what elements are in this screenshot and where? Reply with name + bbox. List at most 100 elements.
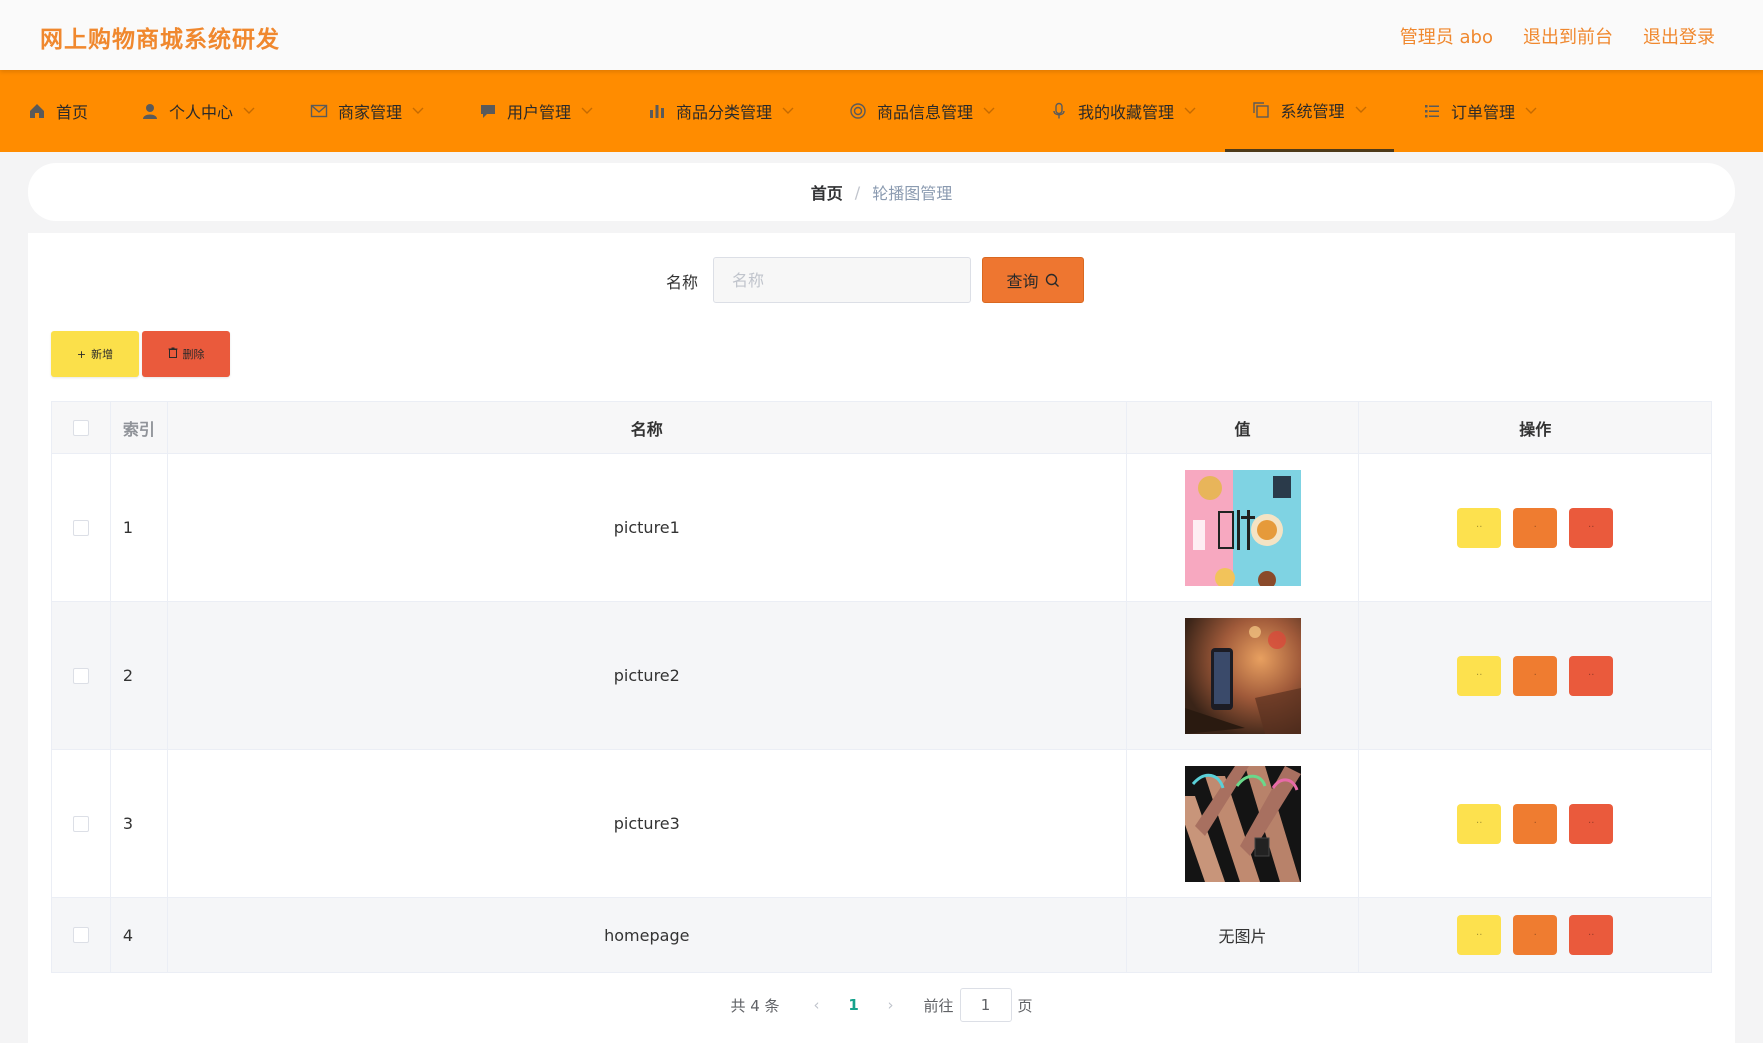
nav-item-favorites[interactable]: 我的收藏管理: [1050, 70, 1196, 152]
row-index: 1: [111, 454, 168, 601]
nav-item-orders[interactable]: 订单管理: [1423, 70, 1537, 152]
goto-label: 前往: [923, 996, 954, 1015]
pagination-total: 共 4 条: [730, 996, 780, 1015]
edit-button[interactable]: ·: [1513, 803, 1558, 844]
bar-chart-icon: [648, 102, 666, 120]
edit-button[interactable]: ·: [1513, 507, 1558, 548]
mail-icon: [310, 102, 328, 120]
column-header-actions: 操作: [1519, 419, 1552, 439]
add-button-label: 新增: [91, 348, 114, 361]
nav-item-personal-center[interactable]: 个人中心: [141, 70, 255, 152]
row-delete-button[interactable]: ··: [1569, 655, 1614, 696]
delete-button-label: 删除: [182, 348, 205, 361]
nav-item-label: 个人中心: [169, 103, 234, 122]
nav-item-label: 商品信息管理: [877, 103, 974, 122]
table-row: 4 homepage 无图片 ·· · ··: [52, 898, 1711, 972]
search-input[interactable]: [713, 257, 971, 303]
row-delete-button[interactable]: ··: [1569, 803, 1614, 844]
row-index: 3: [111, 750, 168, 897]
row-name: picture2: [168, 602, 1127, 749]
breadcrumb-current: 轮播图管理: [872, 184, 953, 203]
chevron-down-icon: [782, 107, 794, 114]
row-value-text: 无图片: [1127, 898, 1360, 972]
row-checkbox[interactable]: [72, 667, 89, 684]
nav-item-home[interactable]: 首页: [28, 70, 88, 152]
top-links: 管理员 abo 退出到前台 退出登录: [1400, 23, 1715, 49]
nav-item-category[interactable]: 商品分类管理: [648, 70, 794, 152]
carousel-table: 索引 名称 值 操作 1 picture1 ·· · ·· 2 picture2…: [51, 401, 1712, 973]
chevron-down-icon: [243, 107, 255, 114]
main-nav: 首页 个人中心 商家管理 用户管理 商品分类管理 商品信息管理 我的收藏管理 系…: [0, 70, 1763, 152]
copy-icon: [1252, 101, 1270, 119]
page-number-current[interactable]: 1: [832, 996, 876, 1014]
chevron-down-icon: [581, 107, 593, 114]
chevron-down-icon: [983, 107, 995, 114]
edit-button[interactable]: ·: [1513, 655, 1558, 696]
carousel-thumbnail-image: [1184, 617, 1301, 734]
row-checkbox[interactable]: [72, 927, 89, 943]
chevron-down-icon: [1355, 106, 1366, 113]
chevron-down-icon: [1525, 107, 1537, 114]
table-row: 2 picture2 ·· · ··: [52, 602, 1711, 750]
nav-item-label: 商家管理: [338, 103, 403, 122]
row-name: picture3: [168, 750, 1127, 897]
view-button[interactable]: ··: [1457, 507, 1502, 548]
main-content: 名称 查询 + 新增 删除 索引 名称 值 操作 1 picture1: [28, 233, 1735, 1043]
chevron-down-icon: [1184, 107, 1196, 114]
logout-link[interactable]: 退出登录: [1643, 23, 1715, 49]
nav-item-label: 首页: [56, 103, 89, 122]
search-button-label: 查询: [1006, 272, 1039, 291]
breadcrumb-separator: /: [854, 182, 861, 202]
row-checkbox[interactable]: [72, 815, 89, 832]
column-header-value: 值: [1127, 402, 1360, 453]
column-header-index: 索引: [111, 402, 168, 453]
target-icon: [849, 102, 867, 120]
next-page-icon[interactable]: ›: [876, 996, 906, 1014]
home-icon: [28, 102, 46, 120]
search-label: 名称: [666, 273, 699, 292]
list-icon: [1423, 102, 1441, 120]
table-row: 1 picture1 ·· · ··: [52, 454, 1711, 602]
add-button[interactable]: + 新增: [51, 331, 139, 377]
page-suffix: 页: [1017, 996, 1033, 1015]
nav-item-product-info[interactable]: 商品信息管理: [849, 70, 995, 152]
nav-item-label: 商品分类管理: [676, 103, 773, 122]
admin-user-link[interactable]: 管理员 abo: [1400, 23, 1493, 49]
microphone-icon: [1050, 102, 1068, 120]
view-button[interactable]: ··: [1457, 915, 1502, 955]
chat-icon: [479, 102, 497, 120]
row-delete-button[interactable]: ··: [1569, 915, 1614, 955]
top-header: 网上购物商城系统研发 管理员 abo 退出到前台 退出登录: [0, 0, 1763, 70]
goto-page-input[interactable]: [959, 988, 1012, 1022]
nav-item-label: 系统管理: [1280, 101, 1345, 121]
nav-item-merchant[interactable]: 商家管理: [310, 70, 424, 152]
nav-item-user-management[interactable]: 用户管理: [479, 70, 593, 152]
view-button[interactable]: ··: [1457, 803, 1502, 844]
trash-icon: [168, 347, 178, 361]
carousel-thumbnail-image: [1184, 765, 1301, 882]
app-title: 网上购物商城系统研发: [40, 27, 280, 53]
select-all-checkbox[interactable]: [72, 419, 89, 436]
edit-button[interactable]: ·: [1513, 915, 1558, 955]
pagination: 共 4 条 ‹ 1 › 前往 页: [28, 988, 1735, 1022]
row-name: picture1: [168, 454, 1127, 601]
nav-item-label: 订单管理: [1451, 103, 1516, 122]
exit-to-frontend-link[interactable]: 退出到前台: [1523, 23, 1613, 49]
nav-item-system-management[interactable]: 系统管理: [1225, 70, 1394, 152]
nav-item-label: 用户管理: [507, 103, 572, 122]
delete-button[interactable]: 删除: [142, 331, 230, 377]
prev-page-icon[interactable]: ‹: [802, 996, 832, 1014]
plus-icon: +: [76, 347, 87, 361]
search-button[interactable]: 查询: [982, 257, 1084, 303]
column-header-name: 名称: [168, 402, 1127, 453]
user-icon: [141, 102, 159, 120]
chevron-down-icon: [412, 107, 424, 114]
breadcrumb-home[interactable]: 首页: [811, 180, 843, 204]
row-index: 4: [111, 898, 168, 972]
carousel-thumbnail-image: [1184, 469, 1301, 586]
view-button[interactable]: ··: [1457, 655, 1502, 696]
row-delete-button[interactable]: ··: [1569, 507, 1614, 548]
row-name: homepage: [168, 898, 1127, 972]
row-checkbox[interactable]: [72, 519, 89, 536]
table-row: 3 picture3 ·· · ··: [52, 750, 1711, 898]
